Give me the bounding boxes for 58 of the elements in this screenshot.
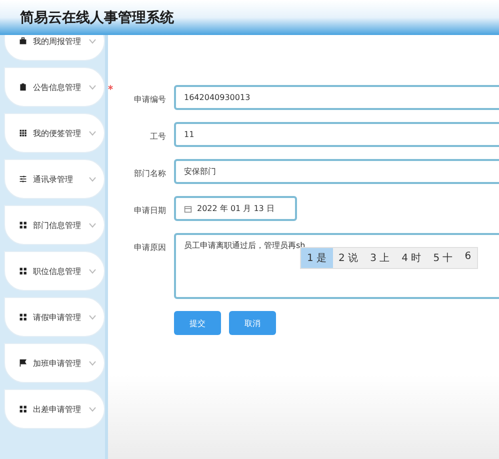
sidebar-item-label: 职位信息管理 [33,266,82,276]
chevron-icon [89,360,96,366]
ime-candidate[interactable]: 6 [458,248,478,268]
date-value: 2022 年 01 月 13 日 [197,203,274,214]
sidebar-item[interactable]: 出差申请管理 [4,389,105,429]
chevron-icon [89,222,96,228]
sidebar-item-label: 我的便签管理 [33,128,82,138]
field-label: 部门名称 [133,168,167,179]
sidebar-item-label: 通讯录管理 [33,174,74,184]
squares-icon [19,313,27,321]
squares-icon [19,267,27,275]
sidebar-item[interactable]: 我的周报管理 [4,35,105,61]
ime-candidate[interactable]: 5 十 [427,248,459,268]
input-value: 1642040930013 [184,93,250,102]
input-field[interactable]: 11 [174,122,499,147]
sidebar-item[interactable]: 请假申请管理 [4,297,105,337]
asterisk-icon [108,85,113,90]
sidebar-item-label: 部门信息管理 [33,220,82,230]
sidebar-item-label: 请假申请管理 [33,312,82,322]
calendar-icon [184,204,192,212]
field-label: 申请日期 [133,205,167,216]
ime-candidate[interactable]: 1 是 [301,248,333,268]
input-value: 11 [184,130,194,139]
sidebar-item[interactable]: 我的便签管理 [4,113,105,153]
ime-candidate[interactable]: 4 时 [396,248,428,268]
sidebar-item-label: 加班申请管理 [33,358,82,368]
chevron-icon [89,38,96,44]
chevron-icon [89,130,96,136]
sidebar-item-label: 我的周报管理 [33,36,82,46]
field-label: 工号 [149,131,167,142]
briefcase-icon [19,37,27,45]
sidebar-item[interactable]: 加班申请管理 [4,343,105,383]
ime-candidate[interactable]: 3 上 [364,248,396,268]
squares-icon [19,221,27,229]
ime-candidate[interactable]: 2 说 [332,248,364,268]
squares-icon [19,405,27,413]
field-label: 申请编号 [133,94,167,105]
clipboard-icon [19,83,27,91]
sidebar-item[interactable]: 通讯录管理 [4,159,105,199]
field-label: 申请原因 [133,242,167,253]
chevron-icon [89,84,96,90]
sliders-icon [19,175,27,183]
sidebar-item-label: 公告信息管理 [33,82,82,92]
sidebar-item[interactable]: 部门信息管理 [4,205,105,245]
input-field[interactable]: 1642040930013 [174,85,499,110]
input-value: 安保部门 [184,166,216,177]
app-title: 简易云在线人事管理系统 [20,8,174,26]
date-field[interactable]: 2022 年 01 月 13 日 [174,196,297,221]
flag-icon [19,359,27,367]
sidebar-item[interactable]: 职位信息管理 [4,251,105,291]
input-field[interactable]: 安保部门 [174,159,499,184]
chevron-icon [89,406,96,412]
sidebar-item-label: 出差申请管理 [33,404,82,414]
chevron-icon [89,268,96,274]
chevron-icon [89,176,96,182]
sidebar-item[interactable]: 公告信息管理 [4,67,105,107]
chevron-icon [89,314,96,320]
grid-icon [19,129,27,137]
